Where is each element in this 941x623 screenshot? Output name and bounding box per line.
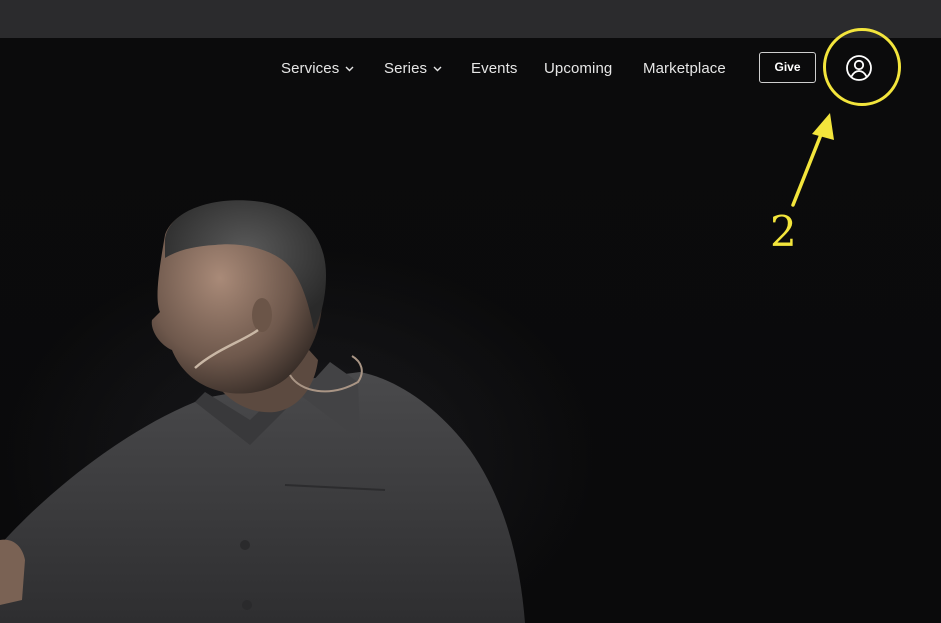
main-nav: Services Series Events Upcoming Marketpl… — [0, 38, 941, 100]
nav-item-upcoming[interactable]: Upcoming — [544, 58, 612, 80]
account-button[interactable] — [845, 54, 873, 82]
nav-item-events[interactable]: Events — [471, 58, 517, 80]
nav-item-label: Series — [384, 60, 428, 77]
annotation-step-number: 2 — [770, 207, 797, 256]
nav-item-label: Upcoming — [544, 60, 613, 77]
nav-item-services[interactable]: Services — [281, 58, 354, 80]
nav-item-label: Services — [281, 60, 340, 77]
nav-item-series[interactable]: Series — [384, 58, 442, 80]
nav-item-label: Marketplace — [643, 60, 726, 77]
browser-top-bar — [0, 0, 941, 38]
user-circle-icon — [846, 55, 872, 81]
give-button[interactable]: Give — [759, 52, 816, 83]
nav-item-marketplace[interactable]: Marketplace — [643, 58, 726, 80]
chevron-down-icon — [345, 57, 354, 79]
speaker-photo — [0, 200, 525, 623]
nav-item-label: Events — [471, 60, 518, 77]
hero-image — [0, 38, 941, 623]
chevron-down-icon — [433, 57, 442, 79]
